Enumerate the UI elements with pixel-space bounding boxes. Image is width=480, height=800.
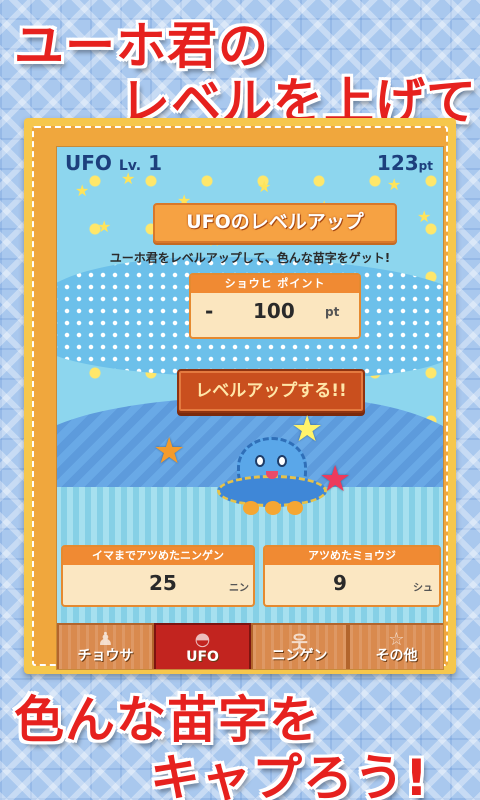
sky-star-icon: ★ (387, 175, 402, 194)
game-frame: ★★★★★★★★★★ UFO Lv. 1 123pt UFOのレベルアップ ユー… (24, 118, 456, 674)
panel-title: UFOのレベルアップ (153, 203, 397, 243)
collected-people-unit: ニン (229, 583, 249, 594)
tab-label: チョウサ (77, 648, 134, 664)
cost-box: ショウヒ ポイント - 100 pt (189, 273, 361, 339)
ufo-character-icon (217, 437, 327, 527)
tab-label: その他 (375, 648, 418, 664)
cost-value: 100 (253, 299, 295, 323)
collected-people-box: イマまでアツめたニンゲン 25 ニン (61, 545, 255, 607)
game-screen: ★★★★★★★★★★ UFO Lv. 1 123pt UFOのレベルアップ ユー… (56, 146, 444, 670)
collected-names-box: アツめたミョウジ 9 シュ (263, 545, 441, 607)
collected-names-label: アツめたミョウジ (265, 547, 439, 565)
tab-other[interactable]: ☆ その他 (348, 623, 443, 669)
collected-people-label: イマまでアツめたニンゲン (63, 547, 253, 565)
collected-names-unit: シュ (413, 583, 433, 594)
sky-star-icon: ★ (75, 181, 90, 200)
ufo-foot (287, 501, 303, 515)
ufo-eye-right (277, 455, 287, 467)
collected-people-value: 25 (149, 571, 177, 595)
orange-star-icon: ★ (153, 431, 186, 472)
cost-sign: - (205, 299, 214, 323)
tab-ningen[interactable]: 웃 ニンゲン (251, 623, 348, 669)
sky-star-icon: ★ (97, 217, 112, 236)
tab-label: ニンゲン (271, 648, 328, 664)
bottom-tab-bar: ♟ チョウサ ◓ UFO 웃 ニンゲン ☆ その他 (57, 623, 443, 669)
panel-subtitle: ユーホ君をレベルアップして、色んな苗字をゲット! (109, 251, 391, 265)
ufo-level-label: UFO Lv. 1 (65, 151, 162, 175)
collected-names-value: 9 (333, 571, 347, 595)
ufo-foot (265, 501, 281, 515)
points-display: 123pt (377, 151, 433, 175)
level-value: 1 (148, 151, 162, 175)
sky-star-icon: ★ (257, 177, 272, 196)
ufo-eye-left (255, 455, 265, 467)
ufo-foot (243, 501, 259, 515)
tab-label: UFO (186, 649, 219, 665)
footer-line2: キャプろう! (150, 749, 429, 800)
tab-chousa[interactable]: ♟ チョウサ (57, 623, 154, 669)
game-frame-inner: ★★★★★★★★★★ UFO Lv. 1 123pt UFOのレベルアップ ユー… (32, 126, 448, 670)
points-unit: pt (418, 159, 433, 173)
ufo-icon: ◓ (194, 629, 211, 650)
ufo-name: UFO (65, 151, 112, 175)
cost-label: ショウヒ ポイント (191, 275, 359, 293)
sky-star-icon: ★ (417, 207, 432, 226)
level-prefix: Lv. (118, 158, 142, 174)
points-value: 123 (376, 151, 419, 175)
cost-unit: pt (325, 305, 340, 319)
tab-ufo[interactable]: ◓ UFO (154, 623, 251, 669)
level-up-button[interactable]: レベルアップする!! (177, 369, 365, 413)
